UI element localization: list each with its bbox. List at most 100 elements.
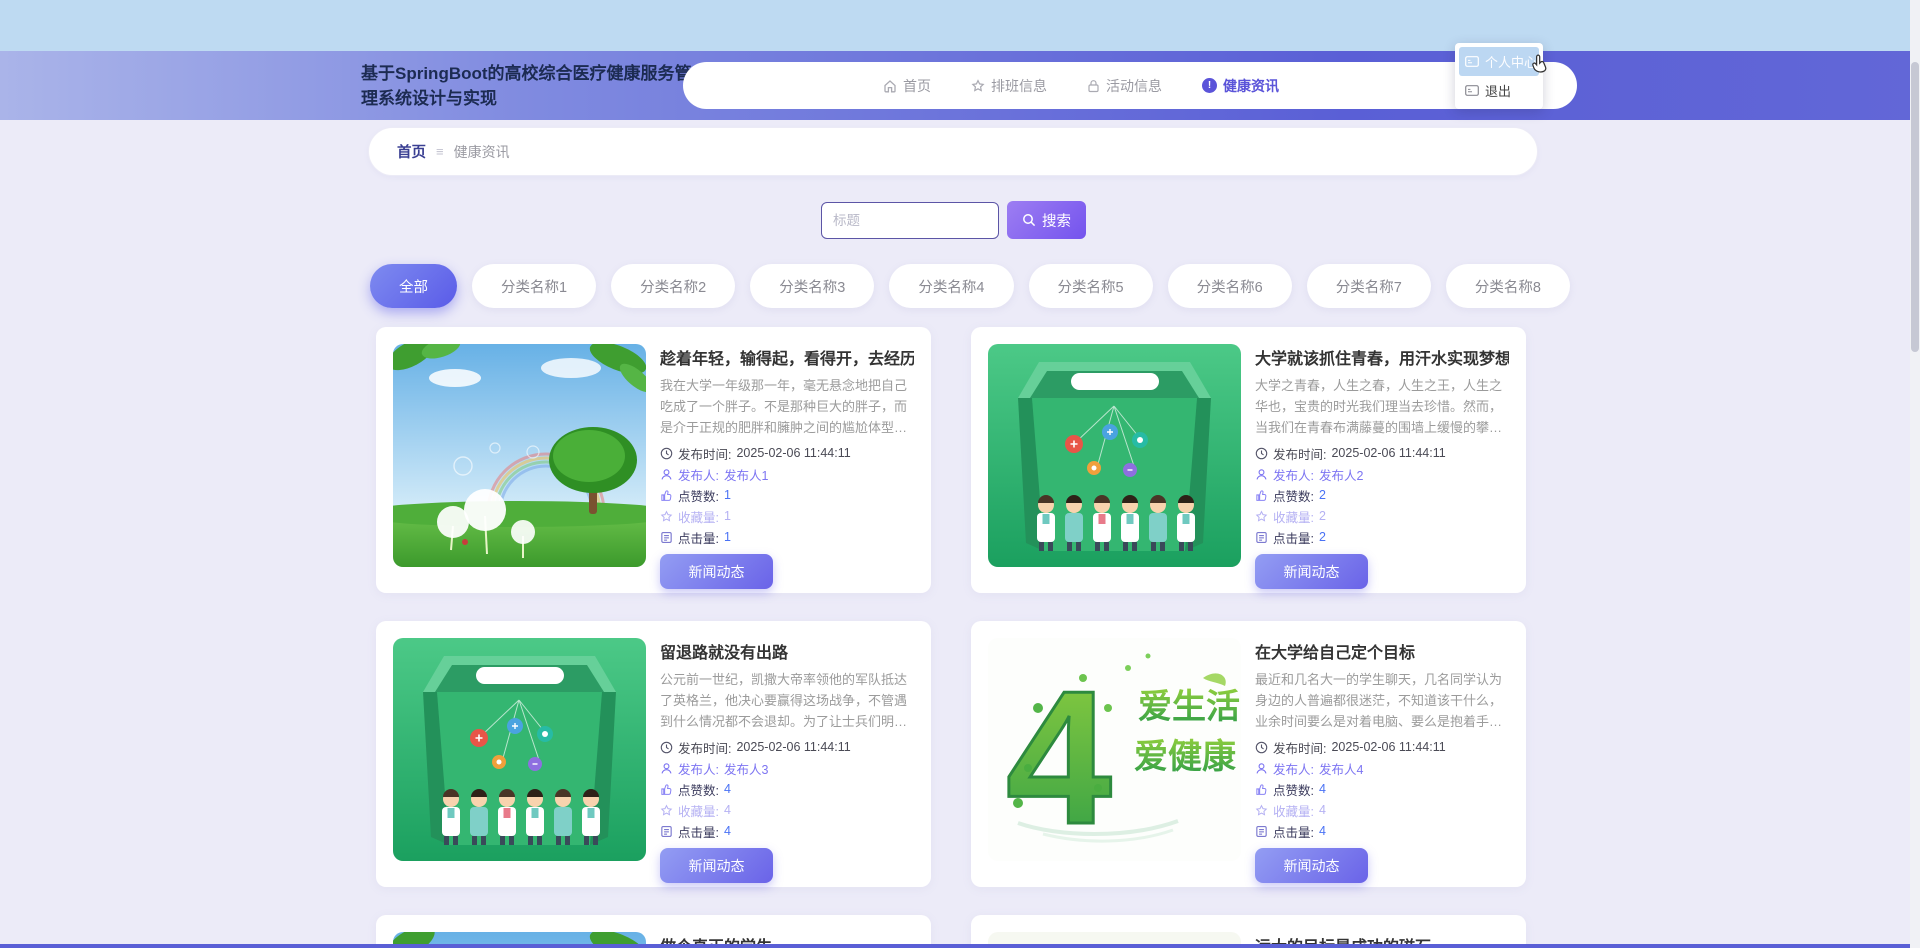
tab-category-1[interactable]: 分类名称1	[472, 264, 597, 308]
tab-category-4[interactable]: 分类名称4	[889, 264, 1014, 308]
clicks-value: 1	[723, 530, 731, 545]
news-title: 留退路就没有出路	[660, 645, 789, 662]
search-icon	[1023, 214, 1036, 227]
publisher-label: 发布人:	[678, 762, 719, 777]
clock-icon	[660, 741, 673, 754]
page-title: 基于SpringBoot的高校综合医疗健康服务管理系统设计与实现	[361, 64, 692, 108]
star-icon	[971, 78, 985, 92]
tab-all[interactable]: 全部	[370, 264, 457, 308]
favorites-value: 4	[723, 803, 731, 818]
favorites-value: 1	[723, 509, 731, 524]
likes-value: 4	[1318, 782, 1326, 797]
mouse-cursor-hand	[1532, 54, 1547, 73]
person-icon	[661, 469, 672, 480]
dropdown-item-logout[interactable]: 退出	[1459, 76, 1539, 105]
nav-item-home[interactable]: 首页	[883, 76, 931, 96]
likes-value: 4	[723, 782, 731, 797]
likes-value: 2	[1318, 488, 1326, 503]
news-tag-button[interactable]: 新闻动态	[660, 554, 773, 590]
home-icon	[884, 79, 896, 92]
search-input[interactable]	[821, 201, 999, 239]
svg-text:4: 4	[1006, 652, 1112, 861]
document-icon	[1256, 826, 1267, 837]
news-title: 在大学给自己定个目标	[1255, 645, 1416, 662]
news-tag-button[interactable]: 新闻动态	[660, 848, 773, 884]
tab-category-8[interactable]: 分类名称8	[1445, 264, 1570, 308]
clicks-label: 点击量:	[1273, 531, 1314, 546]
top-strip	[0, 0, 1920, 51]
clicks-label: 点击量:	[678, 825, 719, 840]
tab-category-3[interactable]: 分类名称3	[750, 264, 875, 308]
news-card[interactable]: 大学就该抓住青春，用汗水实现梦想 大学之青春，人生之春，人生之王，人生之华也，宝…	[971, 327, 1526, 593]
clock-icon	[1255, 741, 1268, 754]
document-icon	[1256, 532, 1267, 543]
image-caption-line1: 爱生活	[1138, 688, 1240, 726]
publish-time-value: 2025-02-06 11:44:11	[1331, 740, 1446, 755]
favorites-value: 4	[1318, 803, 1326, 818]
nav-item-activity[interactable]: 活动信息	[1087, 76, 1162, 96]
star-outline-icon	[660, 804, 673, 816]
news-card-grid: 趁着年轻，输得起，看得开，去经历 我在大学一年级那一年，毫无悬念地把自己吃成了一…	[376, 327, 1526, 948]
scrollbar-track[interactable]	[1910, 0, 1920, 948]
document-icon	[661, 532, 672, 543]
publish-time-label: 发布时间:	[1273, 741, 1327, 756]
tab-category-7[interactable]: 分类名称7	[1306, 264, 1431, 308]
clock-icon	[660, 447, 673, 460]
publish-time-label: 发布时间:	[678, 741, 732, 756]
breadcrumb-home-link[interactable]: 首页	[397, 141, 426, 162]
thumbs-up-icon	[661, 784, 672, 795]
publish-time-label: 发布时间:	[1273, 447, 1327, 462]
publisher-value: 发布人4	[1318, 762, 1364, 777]
star-outline-icon	[660, 510, 673, 522]
favorites-label: 收藏量:	[1273, 510, 1314, 525]
breadcrumb-current: 健康资讯	[453, 143, 510, 160]
favorites-label: 收藏量:	[678, 804, 719, 819]
header-band: 基于SpringBoot的高校综合医疗健康服务管理系统设计与实现 首页 排班信息…	[0, 51, 1920, 120]
publisher-label: 发布人:	[1273, 762, 1314, 777]
id-card-icon	[1465, 56, 1479, 67]
news-image-medical-team	[393, 638, 646, 861]
dropdown-item-profile[interactable]: 个人中心	[1459, 47, 1539, 76]
news-tag-button[interactable]: 新闻动态	[1255, 554, 1368, 590]
publisher-value: 发布人2	[1318, 468, 1364, 483]
lock-icon	[1088, 79, 1099, 92]
news-excerpt: 大学之青春，人生之春，人生之王，人生之华也，宝贵的时光我们理当去珍惜。然而，当我…	[1255, 378, 1503, 435]
clicks-value: 2	[1318, 530, 1326, 545]
news-card[interactable]: 4 爱生活 爱健康 在大学给自己定个目标 最近和几名大一的学生聊天，几名同学认为…	[971, 621, 1526, 887]
news-tag-button[interactable]: 新闻动态	[1255, 848, 1368, 884]
category-tabs: 全部 分类名称1 分类名称2 分类名称3 分类名称4 分类名称5 分类名称6 分…	[370, 264, 1570, 308]
clicks-label: 点击量:	[678, 531, 719, 546]
favorites-value: 2	[1318, 509, 1326, 524]
likes-label: 点赞数:	[678, 489, 719, 504]
clock-icon	[1255, 447, 1268, 460]
nav-item-schedule[interactable]: 排班信息	[971, 76, 1047, 96]
likes-label: 点赞数:	[678, 783, 719, 798]
tab-category-2[interactable]: 分类名称2	[611, 264, 736, 308]
publisher-label: 发布人:	[678, 468, 719, 483]
news-image-sky-tree	[393, 344, 646, 567]
news-excerpt: 最近和几名大一的学生聊天，几名同学认为身边的人普遍都很迷茫，不知道该干什么，业余…	[1255, 672, 1503, 729]
clicks-value: 4	[1318, 824, 1326, 839]
footer-strip	[0, 944, 1920, 948]
publish-time-label: 发布时间:	[678, 447, 732, 462]
news-excerpt: 公元前一世纪，凯撒大帝率领他的军队抵达了英格兰，他决心要赢得这场战争，不管遇到什…	[660, 672, 908, 729]
thumbs-up-icon	[1256, 490, 1267, 501]
tab-category-5[interactable]: 分类名称5	[1028, 264, 1153, 308]
nav-item-health-news[interactable]: ! 健康资讯	[1202, 76, 1279, 96]
main-nav: 首页 排班信息 活动信息 ! 健康资讯	[683, 62, 1577, 109]
scrollbar-thumb[interactable]	[1911, 62, 1919, 352]
info-icon: !	[1202, 78, 1217, 93]
news-card[interactable]: 趁着年轻，输得起，看得开，去经历 我在大学一年级那一年，毫无悬念地把自己吃成了一…	[376, 327, 931, 593]
publisher-value: 发布人1	[723, 468, 769, 483]
search-button[interactable]: 搜索	[1007, 201, 1086, 239]
thumbs-up-icon	[661, 490, 672, 501]
person-icon	[661, 763, 672, 774]
publish-time-value: 2025-02-06 11:44:11	[736, 740, 851, 755]
likes-label: 点赞数:	[1273, 489, 1314, 504]
news-card[interactable]: 留退路就没有出路 公元前一世纪，凯撒大帝率领他的军队抵达了英格兰，他决心要赢得这…	[376, 621, 931, 887]
document-icon	[661, 826, 672, 837]
tab-category-6[interactable]: 分类名称6	[1167, 264, 1292, 308]
thumbs-up-icon	[1256, 784, 1267, 795]
news-image-green-topiary-4: 4 爱生活 爱健康	[988, 638, 1241, 861]
breadcrumb: 首页 ≡ 健康资讯	[368, 127, 1538, 176]
